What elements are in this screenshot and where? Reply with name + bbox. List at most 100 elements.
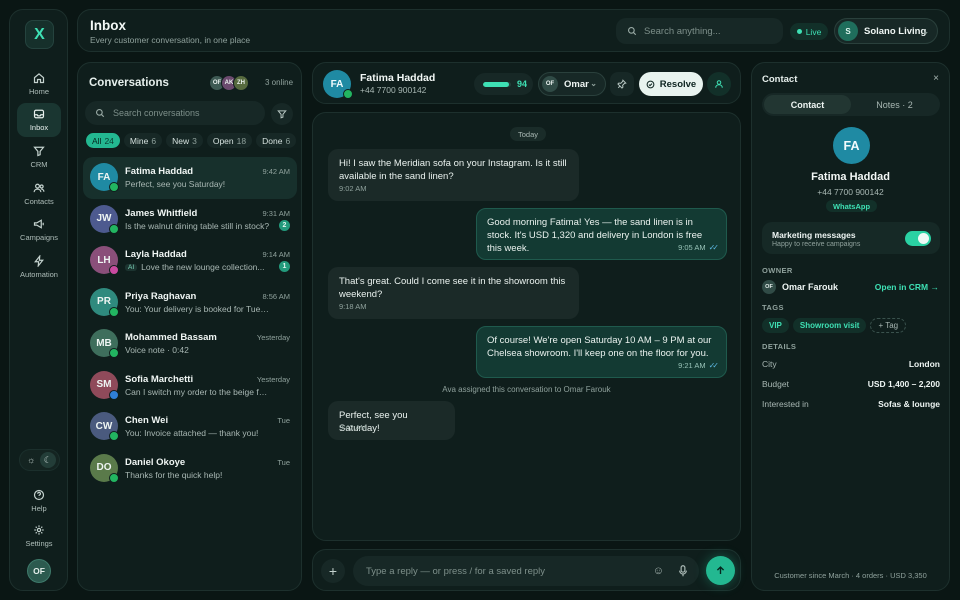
nav-help[interactable]: Help bbox=[17, 484, 61, 518]
filter-chip-count: 6 bbox=[285, 135, 291, 146]
tag-showroom-visit[interactable]: Showroom visit bbox=[792, 318, 867, 333]
message-text: Of course! We're open Saturday 10 AM – 9… bbox=[487, 335, 712, 359]
close-icon[interactable]: × bbox=[933, 73, 939, 84]
message-incoming[interactable]: That's great. Could I come see it in the… bbox=[328, 267, 579, 319]
conversation-item[interactable]: DO Daniel Okoye Tue Thanks for the quick he… bbox=[83, 448, 297, 490]
user-avatar[interactable]: OF bbox=[27, 559, 51, 583]
nav-home[interactable]: Home bbox=[17, 67, 61, 101]
resolve-button[interactable]: Resolve bbox=[639, 72, 703, 96]
chat-contact-phone: +44 7700 900142 bbox=[360, 85, 427, 95]
send-button[interactable] bbox=[706, 556, 735, 585]
message-time: 9:42 AM bbox=[339, 423, 367, 432]
tab-notes[interactable]: Notes · 2 bbox=[851, 95, 938, 114]
filter-chip-mine[interactable]: Mine 6 bbox=[123, 133, 163, 148]
conversation-item[interactable]: FA Fatima Haddad 9:42 AM Perfect, see you S… bbox=[83, 157, 297, 199]
tag-list: VIP Showroom visit + Tag bbox=[762, 318, 907, 333]
conversation-item[interactable]: LH Layla Haddad 9:14 AM AI Love the new loun… bbox=[83, 240, 297, 282]
workspace-avatar: S bbox=[838, 21, 858, 41]
message-incoming[interactable]: Hi! I saw the Meridian sofa on your Inst… bbox=[328, 149, 579, 201]
channel-icon bbox=[109, 182, 119, 192]
channel-icon bbox=[109, 306, 119, 317]
detail-value: Sofas & lounge bbox=[878, 399, 940, 409]
filter-button[interactable] bbox=[271, 103, 293, 125]
whatsapp-icon bbox=[343, 89, 353, 99]
tab-contact[interactable]: Contact bbox=[764, 95, 851, 114]
conversation-preview: Is the walnut dining table still in stoc… bbox=[125, 220, 270, 231]
message-thread: Today Hi! I saw the Meridian sofa on you… bbox=[312, 112, 741, 541]
contact-profile-button[interactable] bbox=[707, 72, 731, 96]
pin-button[interactable] bbox=[610, 72, 634, 96]
app-logo[interactable]: X bbox=[25, 20, 54, 49]
page-subtitle: Every customer conversation, in one plac… bbox=[90, 35, 251, 45]
conversation-item[interactable]: MB Mohammed Bassam Yesterday Voice note · 0… bbox=[83, 323, 297, 365]
filter-chip-label: Open bbox=[212, 135, 234, 146]
nav-campaigns[interactable]: Campaigns bbox=[17, 213, 61, 247]
message-incoming[interactable]: Perfect, see you Saturday! 9:42 AM bbox=[328, 401, 455, 440]
conversation-name: Priya Raghavan bbox=[125, 290, 197, 302]
nav-crm[interactable]: CRM bbox=[17, 140, 61, 174]
add-tag-button[interactable]: + Tag bbox=[870, 318, 907, 333]
contact-panel: Contact × Contact Notes · 2 FA Fatima Ha… bbox=[751, 62, 950, 591]
assignee-dropdown[interactable]: OF Omar ⌄ bbox=[538, 72, 606, 96]
owner-heading: OWNER bbox=[762, 266, 793, 275]
message-time: 9:02 AM bbox=[339, 184, 367, 193]
conversation-item[interactable]: SM Sofia Marchetti Yesterday Can I switch m… bbox=[83, 365, 297, 407]
conversation-name: James Whitfield bbox=[125, 207, 198, 219]
reply-input[interactable]: Type a reply — or press / for a saved re… bbox=[353, 556, 699, 586]
top-bar: Inbox Every customer conversation, in on… bbox=[77, 9, 950, 52]
search-icon bbox=[96, 109, 105, 118]
assignee-avatar: OF bbox=[542, 76, 558, 92]
conversation-search-placeholder: Search conversations bbox=[113, 108, 200, 118]
filter-chip-count: 3 bbox=[192, 135, 197, 146]
conversation-time: 9:14 AM bbox=[262, 250, 290, 259]
nav-automation[interactable]: Automation bbox=[17, 250, 61, 284]
detail-value: USD 1,400 – 2,200 bbox=[867, 379, 940, 389]
conversation-time: 9:31 AM bbox=[262, 208, 290, 218]
customer-summary: Customer since March · 4 orders · USD 3,… bbox=[774, 571, 927, 580]
nav-contacts[interactable]: Contacts bbox=[17, 177, 61, 211]
filter-chip-open[interactable]: Open 18 bbox=[206, 133, 253, 148]
nav-automation-label: Automation bbox=[20, 270, 58, 279]
lead-score-bar bbox=[483, 81, 511, 87]
nav-inbox[interactable]: Inbox bbox=[17, 103, 61, 137]
conversation-name: Chen Wei bbox=[125, 415, 169, 426]
global-search-placeholder: Search anything... bbox=[644, 25, 721, 37]
marketing-subtitle: Happy to receive campaigns bbox=[772, 241, 861, 248]
message-outgoing[interactable]: Of course! We're open Saturday 10 AM – 9… bbox=[476, 326, 727, 378]
marketing-toggle[interactable] bbox=[905, 231, 931, 246]
sun-icon[interactable]: ☼ bbox=[23, 452, 39, 468]
open-in-crm-link[interactable]: Open in CRM → bbox=[875, 282, 939, 292]
filter-chip-count: 6 bbox=[151, 135, 157, 146]
filter-chip-all[interactable]: All 24 bbox=[86, 133, 120, 148]
message-time-row: 9:05 AM ✓✓ bbox=[678, 241, 719, 254]
conversation-item[interactable]: PR Priya Raghavan 8:56 AM You: Your deliver… bbox=[83, 282, 297, 324]
moon-icon[interactable]: ☾ bbox=[39, 452, 56, 468]
message-outgoing[interactable]: Good morning Fatima! Yes — the sand line… bbox=[476, 208, 727, 260]
filter-icon bbox=[277, 110, 287, 119]
workspace-switcher[interactable]: S Solano Living ⌄ bbox=[834, 18, 938, 44]
conversation-search-input[interactable]: Search conversations bbox=[85, 101, 265, 125]
tag-vip[interactable]: VIP bbox=[762, 318, 789, 333]
reply-placeholder: Type a reply — or press / for a saved re… bbox=[366, 565, 545, 577]
conversation-time: Tue bbox=[277, 457, 290, 467]
detail-row-budget: Budget USD 1,400 – 2,200 bbox=[762, 379, 940, 389]
microphone-button[interactable] bbox=[678, 565, 688, 577]
read-receipt-icon: ✓✓ bbox=[708, 361, 720, 370]
conversations-title: Conversations bbox=[89, 77, 169, 89]
contact-avatar-large: FA bbox=[833, 127, 870, 164]
conversation-item[interactable]: CW Chen Wei Tue You: Invoice attached — tha… bbox=[83, 406, 297, 448]
filter-chip-new[interactable]: New 3 bbox=[166, 133, 203, 148]
conversation-item[interactable]: JW James Whitfield 9:31 AM Is the walnut di… bbox=[83, 199, 297, 241]
nav-settings[interactable]: Settings bbox=[17, 519, 61, 553]
live-dot-icon bbox=[796, 29, 802, 34]
theme-toggle[interactable]: ☼ ☾ bbox=[19, 449, 60, 471]
global-search-input[interactable]: Search anything... bbox=[616, 18, 783, 44]
gear-icon bbox=[34, 525, 44, 535]
megaphone-icon bbox=[33, 219, 44, 229]
emoji-icon[interactable]: ☺ bbox=[653, 565, 664, 577]
channel-icon bbox=[109, 389, 119, 400]
attach-button[interactable]: + bbox=[321, 559, 345, 583]
conversation-preview-row: Voice note · 0:42 bbox=[125, 345, 270, 355]
conversation-preview: Love the new lounge collection... bbox=[141, 262, 265, 272]
filter-chip-done[interactable]: Done 6 bbox=[256, 133, 297, 148]
